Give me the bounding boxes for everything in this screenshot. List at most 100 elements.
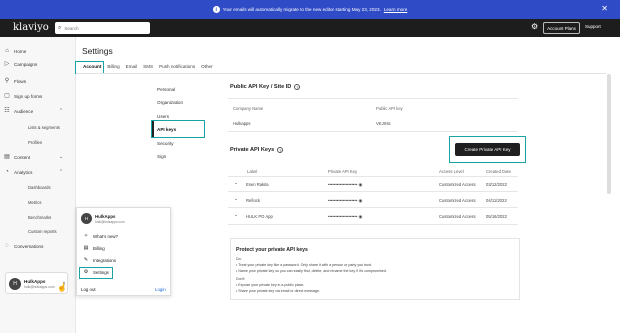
- row-label: Esen Rakita: [246, 182, 269, 187]
- chevron-down-icon[interactable]: ⌄: [234, 180, 238, 186]
- company-name-value: Hulkapps: [233, 121, 251, 126]
- help-icon[interactable]: ?: [277, 147, 284, 153]
- sidebar-sub-dashboards[interactable]: Dashboards: [28, 185, 51, 190]
- dont-item-text: Share your private key via email or dire…: [238, 289, 320, 293]
- help-icon[interactable]: ?: [294, 84, 301, 90]
- tab-email[interactable]: Email: [123, 63, 141, 73]
- conversations-icon: ◌: [5, 243, 9, 249]
- sidebar-item-content[interactable]: ▤ Content ⌄: [4, 154, 63, 160]
- sidebar-item-label: Flows: [14, 78, 26, 84]
- gear-icon[interactable]: ⚙: [531, 22, 538, 31]
- sidebar-item-label: Content: [14, 154, 31, 160]
- top-header: klaviyo ⌕ ⚙ Account Plans Support: [0, 19, 620, 37]
- chevron-down-icon[interactable]: ⌄: [234, 196, 238, 202]
- subnav-users[interactable]: Users: [157, 114, 169, 119]
- do-item: • Treat your private key like a password…: [236, 263, 373, 267]
- logout-link[interactable]: Log out: [81, 287, 96, 292]
- sidebar-item-conversations[interactable]: ◌ Conversations: [4, 243, 43, 249]
- subnav-sign[interactable]: Sign: [157, 154, 166, 159]
- close-icon[interactable]: ✕: [601, 4, 608, 13]
- gear-icon: ⚙: [83, 269, 89, 275]
- subnav-api-keys[interactable]: API keys: [157, 127, 176, 132]
- private-api-title: Private API Keys ?: [230, 147, 284, 153]
- row-created-date: 04/11/2023: [486, 198, 507, 203]
- sidebar-sub-profiles[interactable]: Profiles: [28, 140, 42, 145]
- sidebar-item-home[interactable]: ⌂ Home: [4, 48, 26, 54]
- do-item: • Name your private key so you can easil…: [236, 269, 387, 273]
- chevron-down-icon[interactable]: ⌄: [234, 212, 238, 218]
- banner-learn-more-link[interactable]: Learn more: [384, 7, 408, 12]
- search-bar[interactable]: ⌕: [55, 22, 150, 34]
- col-private-api-key: Private API Key: [328, 169, 358, 174]
- do-item-text: Treat your private key like a password. …: [238, 263, 373, 267]
- col-created-date: Created Date: [486, 169, 511, 174]
- subnav-security[interactable]: Security: [157, 141, 174, 146]
- menu-item-billing[interactable]: ▤ Billing: [83, 245, 105, 251]
- popup-user-email: hulk@hulkapps.com: [95, 220, 125, 224]
- tab-other[interactable]: Other: [198, 63, 216, 73]
- menu-item-label: What's new?: [93, 233, 118, 239]
- row-private-key: •••••••••••••••••••• ◉: [328, 198, 362, 204]
- masked-key: ••••••••••••••••••••: [328, 182, 358, 187]
- divider: [228, 176, 518, 177]
- chevron-up-icon: ⌃: [59, 108, 64, 114]
- col-label: Label: [247, 169, 258, 174]
- divider: [228, 224, 518, 225]
- public-api-key-value[interactable]: VKJX6c: [376, 121, 391, 126]
- login-link[interactable]: Login: [155, 287, 166, 292]
- menu-item-whats-new[interactable]: ✧ What's new?: [83, 233, 118, 239]
- sidebar-item-campaigns[interactable]: ▷ Campaigns: [4, 61, 38, 67]
- campaigns-icon: ▷: [4, 61, 10, 67]
- subnav-organization[interactable]: Organization: [157, 100, 183, 105]
- chevron-down-icon: ⌄: [59, 154, 64, 160]
- sidebar-item-label: Audience: [14, 108, 34, 114]
- row-access-level: Customized Access: [439, 198, 476, 203]
- sidebar-sub-benchmarks[interactable]: Benchmarks: [28, 215, 51, 220]
- account-plans-button[interactable]: Account Plans: [543, 22, 580, 34]
- klaviyo-logo[interactable]: klaviyo: [13, 22, 49, 33]
- search-input[interactable]: [64, 25, 145, 31]
- sidebar-item-label: Analytics: [14, 169, 33, 175]
- sidebar-item-signup-forms[interactable]: ▢ Sign up forms: [4, 93, 42, 99]
- scrollbar[interactable]: [607, 74, 611, 194]
- eye-icon[interactable]: ◉: [359, 198, 363, 203]
- sidebar-sub-custom-reports[interactable]: Custom reports: [28, 229, 57, 234]
- menu-item-label: Settings: [93, 269, 109, 275]
- sidebar-sub-lists-segments[interactable]: Lists & segments: [28, 125, 60, 130]
- row-access-level: Customized Access: [439, 182, 476, 187]
- row-label: Refiock: [246, 198, 260, 203]
- menu-item-label: Billing: [93, 245, 105, 251]
- integrations-icon: ✎: [83, 257, 89, 263]
- avatar: H: [81, 213, 92, 224]
- tab-sms[interactable]: SMS: [140, 63, 156, 73]
- tab-account[interactable]: Account: [80, 63, 104, 73]
- row-created-date: 03/12/2022: [486, 182, 507, 187]
- flows-icon: ⚲: [4, 78, 10, 84]
- tab-push-notifications[interactable]: Push notifications: [156, 63, 198, 73]
- sidebar-item-audience[interactable]: ☷ Audience ⌃: [4, 108, 63, 114]
- settings-tabs: Account Billing Email SMS Push notificat…: [80, 63, 216, 73]
- public-api-title-text: Public API Key / Site ID: [230, 84, 292, 90]
- col-access-level: Access Level: [439, 169, 464, 174]
- public-api-title: Public API Key / Site ID ?: [230, 84, 301, 90]
- menu-item-settings[interactable]: ⚙ Settings: [83, 269, 109, 275]
- sidebar-item-analytics[interactable]: ◔ Analytics ⌃: [4, 169, 63, 175]
- sidebar-sub-metrics[interactable]: Metrics: [28, 200, 42, 205]
- row-private-key: •••••••••••••••••••• ◉: [328, 182, 362, 188]
- sidebar-item-label: Sign up forms: [14, 93, 43, 99]
- menu-item-integrations[interactable]: ✎ Integrations: [83, 257, 116, 263]
- eye-icon[interactable]: ◉: [359, 182, 363, 187]
- support-link[interactable]: Support: [585, 24, 601, 29]
- masked-key: ••••••••••••••••••••: [328, 214, 358, 219]
- eye-icon[interactable]: ◉: [359, 214, 363, 219]
- protect-title: Protect your private API keys: [236, 247, 308, 253]
- account-popup-menu: H HulkApps hulk@hulkapps.com ✧ What's ne…: [76, 207, 171, 296]
- tab-billing[interactable]: Billing: [104, 63, 122, 73]
- create-private-api-key-button[interactable]: Create Private API Key: [455, 143, 520, 156]
- chevron-up-icon: ⌃: [59, 169, 64, 175]
- subnav-personal[interactable]: Personal: [157, 87, 175, 92]
- sidebar-item-label: Campaigns: [14, 61, 38, 67]
- forms-icon: ▢: [4, 93, 10, 99]
- analytics-icon: ◔: [5, 169, 9, 175]
- sidebar-item-flows[interactable]: ⚲ Flows: [4, 78, 26, 84]
